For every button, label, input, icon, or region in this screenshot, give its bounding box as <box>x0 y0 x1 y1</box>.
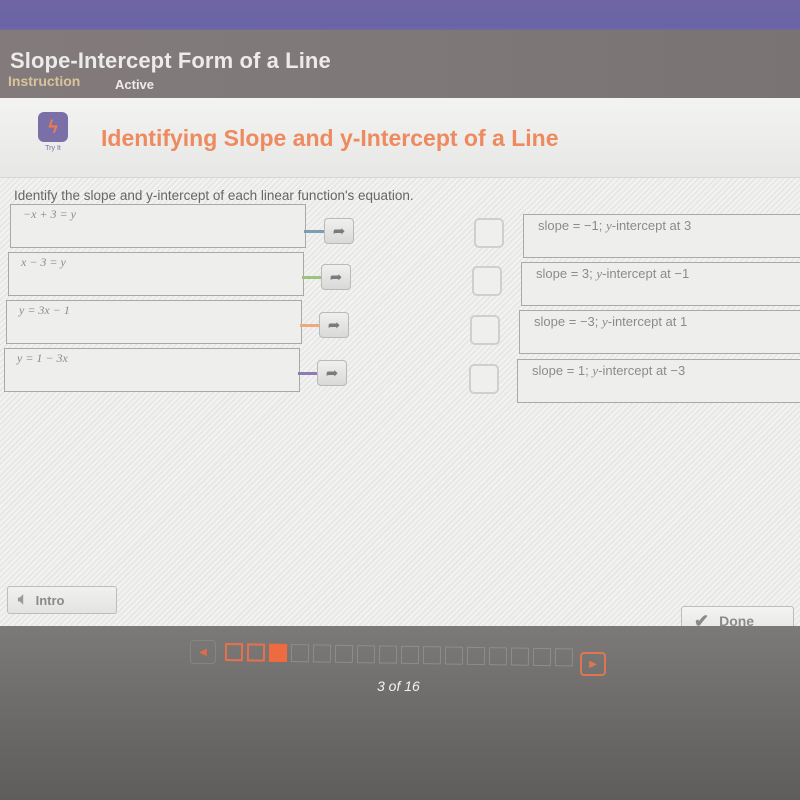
drop-target[interactable] <box>472 266 502 296</box>
match-arrow-button[interactable]: ➦ <box>321 264 351 290</box>
intro-button[interactable]: 🔈︎ Intro <box>7 586 117 614</box>
page-square-6[interactable] <box>334 644 354 664</box>
drop-target[interactable] <box>474 218 504 248</box>
page-square-12[interactable] <box>466 646 486 666</box>
intro-label: Intro <box>35 592 65 608</box>
app-title: Slope-Intercept Form of a Line <box>10 48 331 73</box>
equation-box: x − 3 = y <box>8 252 304 296</box>
page-square-2[interactable] <box>246 643 266 662</box>
drop-target[interactable] <box>470 315 500 345</box>
answer-text: slope = −3; y-intercept at 1 <box>534 314 688 329</box>
page-square-1[interactable] <box>224 643 244 662</box>
answer-box[interactable]: slope = 3; y-intercept at −1 <box>521 262 800 306</box>
next-page-button[interactable]: ▶ <box>580 652 606 676</box>
activity-header: ϟ Try It Identifying Slope and y-Interce… <box>0 98 800 178</box>
curved-arrow-icon: ➦ <box>327 317 341 334</box>
page-square-13[interactable] <box>488 647 508 666</box>
page-square-10[interactable] <box>422 646 442 665</box>
connector-line <box>302 276 322 279</box>
connector-line <box>298 372 318 375</box>
curved-arrow-icon: ➦ <box>332 223 346 240</box>
triangle-left-icon: ◀ <box>199 646 207 658</box>
page-square-8[interactable] <box>378 645 398 664</box>
equation-text: x − 3 = y <box>21 255 66 269</box>
page-square-4[interactable] <box>290 644 310 663</box>
answer-text: slope = 1; y-intercept at −3 <box>532 363 686 378</box>
answer-text: slope = 3; y-intercept at −1 <box>536 266 690 281</box>
answer-text: slope = −1; y-intercept at 3 <box>538 218 692 233</box>
answer-box[interactable]: slope = −3; y-intercept at 1 <box>519 310 800 354</box>
page-square-3[interactable] <box>268 643 288 662</box>
page-square-14[interactable] <box>510 647 530 666</box>
match-arrow-button[interactable]: ➦ <box>319 312 349 338</box>
equation-text: y = 3x − 1 <box>19 303 70 317</box>
instructions-text: Identify the slope and y-intercept of ea… <box>14 188 414 203</box>
page-square-15[interactable] <box>532 647 552 667</box>
activity-title: Identifying Slope and y-Intercept of a L… <box>101 125 559 151</box>
match-arrow-button[interactable]: ➦ <box>324 218 354 244</box>
try-it-lightning-icon: ϟ <box>38 112 68 142</box>
page-square-16[interactable] <box>554 648 574 667</box>
tab-active[interactable]: Active <box>115 77 154 92</box>
equation-box: −x + 3 = y <box>10 204 306 248</box>
speaker-icon: 🔈︎ <box>18 591 28 608</box>
page-square-9[interactable] <box>400 645 420 665</box>
equation-text: −x + 3 = y <box>23 207 76 221</box>
connector-line <box>300 324 320 327</box>
page-square-7[interactable] <box>356 645 376 664</box>
equation-box: y = 1 − 3x <box>4 348 300 392</box>
page-count: 3 of 16 <box>377 678 420 694</box>
answer-box[interactable]: slope = −1; y-intercept at 3 <box>523 214 800 258</box>
previous-page-button[interactable]: ◀ <box>190 640 216 664</box>
equation-box: y = 3x − 1 <box>6 300 302 344</box>
try-it-label: Try It <box>45 145 61 152</box>
curved-arrow-icon: ➦ <box>325 365 339 382</box>
page-square-5[interactable] <box>312 644 332 663</box>
tab-instruction[interactable]: Instruction <box>8 73 80 89</box>
curved-arrow-icon: ➦ <box>329 269 343 286</box>
drop-target[interactable] <box>469 364 499 394</box>
match-arrow-button[interactable]: ➦ <box>317 360 347 386</box>
page-square-11[interactable] <box>444 646 464 665</box>
triangle-right-icon: ▶ <box>589 658 597 670</box>
answer-box[interactable]: slope = 1; y-intercept at −3 <box>517 359 800 403</box>
connector-line <box>304 230 324 233</box>
activity-panel: ϟ Try It Identifying Slope and y-Interce… <box>0 98 800 636</box>
equation-text: y = 1 − 3x <box>17 351 68 365</box>
